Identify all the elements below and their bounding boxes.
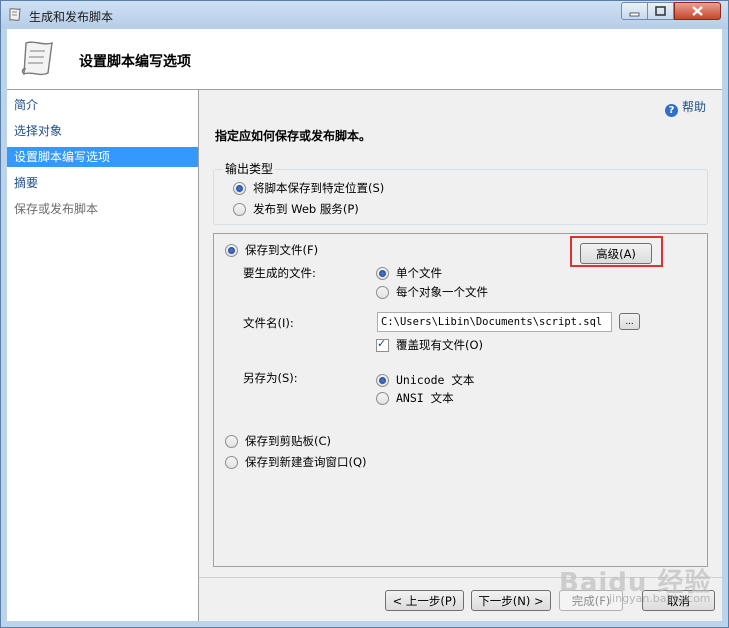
radio-label: 每个对象一个文件 — [396, 285, 488, 299]
maximize-button[interactable] — [647, 2, 674, 20]
help-label: 帮助 — [682, 100, 707, 114]
single-file-radio[interactable]: 单个文件 — [376, 265, 442, 281]
radio-dot — [376, 391, 389, 405]
script-scroll-icon — [9, 8, 21, 21]
radio-label: 发布到 Web 服务(P) — [253, 202, 359, 216]
save-options-panel: 保存到文件(F) 高级(A) 要生成的文件: 单个文件 每个对象一个文件 文件名… — [213, 233, 708, 567]
radio-label: 单个文件 — [396, 266, 442, 280]
radio-label: 将脚本保存到特定位置(S) — [253, 181, 385, 195]
save-to-location-radio[interactable]: 将脚本保存到特定位置(S) — [233, 180, 384, 196]
radio-dot — [376, 373, 389, 387]
radio-dot — [225, 434, 238, 448]
save-as-label: 另存为(S): — [243, 371, 298, 385]
radio-dot — [376, 266, 389, 280]
watermark-url: jingyan.baidu.com — [609, 592, 711, 605]
one-file-per-object-radio[interactable]: 每个对象一个文件 — [376, 284, 488, 300]
close-icon — [692, 6, 703, 16]
radio-label: 保存到剪贴板(C) — [245, 434, 332, 448]
back-button[interactable]: < 上一步(P) — [385, 590, 464, 611]
maximize-icon — [655, 6, 666, 16]
radio-label: 保存到文件(F) — [245, 243, 319, 257]
radio-dot — [233, 181, 246, 195]
filename-input[interactable] — [377, 312, 612, 332]
browse-button[interactable]: ... — [619, 313, 640, 330]
help-icon: ? — [665, 104, 678, 117]
wizard-header: 设置脚本编写选项 — [7, 29, 722, 90]
dialog-client: 设置脚本编写选项 简介 选择对象 设置脚本编写选项 摘要 保存或发布脚本 ? 帮助… — [7, 29, 722, 621]
sidebar-item-choose-objects[interactable]: 选择对象 — [7, 121, 198, 141]
checkbox-label: 覆盖现有文件(O) — [396, 338, 484, 352]
radio-dot — [376, 285, 389, 299]
sidebar-item-scripting-options[interactable]: 设置脚本编写选项 — [7, 147, 198, 167]
filename-label: 文件名(I): — [243, 316, 294, 330]
radio-dot — [225, 455, 238, 469]
files-to-generate-label: 要生成的文件: — [243, 266, 316, 280]
wizard-steps-sidebar: 简介 选择对象 设置脚本编写选项 摘要 保存或发布脚本 — [7, 90, 199, 621]
save-to-query-window-radio[interactable]: 保存到新建查询窗口(Q) — [225, 454, 367, 470]
save-to-clipboard-radio[interactable]: 保存到剪贴板(C) — [225, 433, 331, 449]
radio-dot — [225, 243, 238, 257]
page-title: 设置脚本编写选项 — [79, 54, 191, 70]
script-scroll-icon — [21, 41, 53, 76]
overwrite-checkbox[interactable]: 覆盖现有文件(O) — [376, 337, 483, 353]
sidebar-item-save-or-publish: 保存或发布脚本 — [14, 202, 99, 216]
sidebar-item-intro[interactable]: 简介 — [7, 95, 198, 115]
window-title: 生成和发布脚本 — [29, 10, 114, 24]
ansi-text-radio[interactable]: ANSI 文本 — [376, 390, 454, 406]
dialog-window: 生成和发布脚本 设置脚本编写选项 简介 选择对象 设置脚本编写选项 摘要 保存或… — [0, 0, 729, 628]
help-link[interactable]: ? 帮助 — [665, 98, 706, 117]
minimize-button[interactable] — [621, 2, 648, 20]
save-to-file-radio[interactable]: 保存到文件(F) — [225, 242, 318, 258]
output-type-legend: 输出类型 — [223, 160, 276, 177]
unicode-text-radio[interactable]: Unicode 文本 — [376, 372, 474, 388]
radio-label: 保存到新建查询窗口(Q) — [245, 455, 367, 469]
radio-label: Unicode 文本 — [396, 373, 475, 387]
advanced-button[interactable]: 高级(A) — [580, 243, 652, 264]
next-button[interactable]: 下一步(N) > — [471, 590, 551, 611]
publish-web-radio[interactable]: 发布到 Web 服务(P) — [233, 201, 359, 217]
checkbox-box — [376, 337, 389, 352]
sidebar-item-summary[interactable]: 摘要 — [7, 173, 198, 193]
instruction-text: 指定应如何保存或发布脚本。 — [215, 129, 372, 143]
close-button[interactable] — [674, 2, 721, 20]
title-bar: 生成和发布脚本 — [1, 1, 728, 29]
minimize-icon — [629, 12, 640, 17]
radio-dot — [233, 202, 246, 216]
radio-label: ANSI 文本 — [396, 391, 454, 405]
main-content: ? 帮助 指定应如何保存或发布脚本。 输出类型 将脚本保存到特定位置(S) 发布到… — [199, 90, 722, 621]
